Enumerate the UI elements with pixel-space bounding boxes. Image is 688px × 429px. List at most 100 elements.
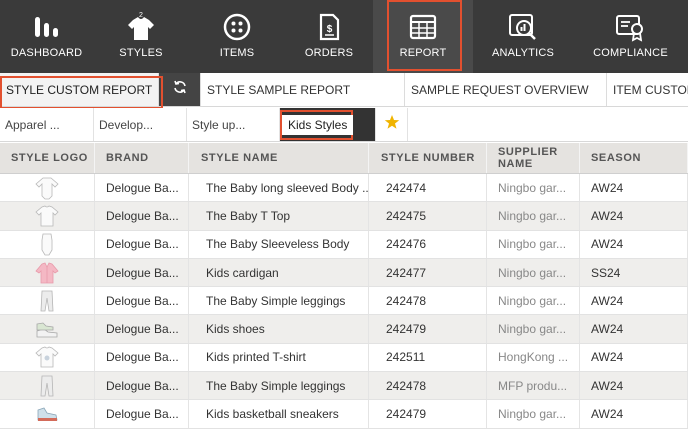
favorite-button[interactable]	[376, 108, 408, 141]
style-logo-cell	[0, 258, 95, 287]
supplier-name-cell: Ningbo gar...	[487, 287, 580, 315]
style-number-cell: 242478	[369, 372, 487, 400]
filter-kids-styles[interactable]: Kids Styles	[280, 108, 376, 141]
style-logo-cell	[0, 287, 95, 315]
svg-text:2: 2	[139, 12, 143, 19]
nav-label: COMPLIANCE	[593, 47, 668, 59]
tab-item-custom[interactable]: ITEM CUSTOM	[607, 73, 688, 106]
brand-cell: Delogue Ba...	[95, 174, 189, 202]
style-name-cell: The Baby Simple leggings	[189, 372, 369, 400]
season-cell: AW24	[580, 372, 688, 400]
tab-style-sample-report[interactable]: STYLE SAMPLE REPORT	[201, 73, 405, 106]
table-row[interactable]: Delogue Ba... The Baby Sleeveless Body 242…	[0, 230, 688, 259]
filter-style-up[interactable]: Style up...	[187, 108, 280, 141]
style-thumbnail[interactable]	[33, 374, 61, 398]
style-thumbnail[interactable]	[33, 345, 61, 369]
tab-label: STYLE SAMPLE REPORT	[207, 82, 351, 97]
style-thumbnail[interactable]	[33, 289, 61, 313]
season-cell: AW24	[580, 400, 688, 428]
supplier-name-cell: Ningbo gar...	[487, 202, 580, 230]
supplier-name-cell: Ningbo gar...	[487, 230, 580, 258]
filter-apparel[interactable]: Apparel ...	[0, 108, 94, 141]
style-logo-cell	[0, 315, 95, 343]
nav-report[interactable]: REPORT	[373, 0, 473, 73]
orders-icon: $	[312, 10, 346, 44]
filter-label: Style up...	[192, 117, 246, 132]
nav-label: DASHBOARD	[10, 47, 83, 59]
season-cell: AW24	[580, 343, 688, 372]
brand-cell: Delogue Ba...	[95, 202, 189, 230]
style-number-cell: 242479	[369, 315, 487, 343]
star-icon	[384, 114, 400, 135]
style-number-cell: 242475	[369, 202, 487, 230]
table-row[interactable]: Delogue Ba... The Baby Simple leggings 242…	[0, 287, 688, 316]
supplier-name-cell: HongKong ...	[487, 343, 580, 372]
brand-cell: Delogue Ba...	[95, 315, 189, 343]
column-header-style-number[interactable]: STYLE NUMBER	[369, 143, 487, 173]
supplier-name-cell: Ningbo gar...	[487, 400, 580, 428]
refresh-button[interactable]	[159, 73, 201, 106]
report-tabs: STYLE CUSTOM REPORT STYLE SAMPLE REPORT …	[0, 73, 688, 107]
brand-cell: Delogue Ba...	[95, 230, 189, 258]
style-number-cell: 242477	[369, 258, 487, 287]
brand-cell: Delogue Ba...	[95, 287, 189, 315]
compliance-icon	[614, 10, 648, 44]
style-name-cell: The Baby T Top	[189, 202, 369, 230]
style-name-cell: Kids shoes	[189, 315, 369, 343]
style-thumbnail[interactable]	[33, 176, 61, 200]
brand-cell: Delogue Ba...	[95, 343, 189, 372]
table-row[interactable]: Delogue Ba... The Baby T Top 242475 Ningbo …	[0, 202, 688, 231]
style-logo-cell	[0, 230, 95, 258]
table-row[interactable]: Delogue Ba... The Baby Simple leggings 242…	[0, 372, 688, 401]
style-thumbnail[interactable]	[33, 402, 61, 426]
nav-analytics[interactable]: ANALYTICS	[473, 0, 573, 73]
style-number-cell: 242478	[369, 287, 487, 315]
nav-compliance[interactable]: COMPLIANCE	[573, 0, 688, 73]
column-header-supplier-name[interactable]: SUPPLIER NAME	[487, 143, 580, 173]
top-navigation: DASHBOARD 2 STYLES ITEMS $ ORDERS REPORT…	[0, 0, 688, 73]
style-report-table: STYLE LOGO BRAND STYLE NAME STYLE NUMBER…	[0, 143, 688, 429]
nav-items[interactable]: ITEMS	[189, 0, 285, 73]
filter-label: Kids Styles	[282, 114, 354, 135]
nav-label: STYLES	[119, 47, 163, 59]
style-thumbnail[interactable]	[33, 232, 61, 256]
nav-label: REPORT	[399, 47, 447, 59]
column-header-style-name[interactable]: STYLE NAME	[189, 143, 369, 173]
style-number-cell: 242511	[369, 343, 487, 372]
nav-label: ORDERS	[304, 47, 354, 59]
supplier-name-cell: Ningbo gar...	[487, 174, 580, 202]
brand-cell: Delogue Ba...	[95, 372, 189, 400]
style-thumbnail[interactable]	[33, 204, 61, 228]
tab-label: SAMPLE REQUEST OVERVIEW	[411, 82, 589, 97]
nav-orders[interactable]: $ ORDERS	[285, 0, 373, 73]
style-thumbnail[interactable]	[33, 261, 61, 285]
filter-develop[interactable]: Develop...	[94, 108, 187, 141]
table-row[interactable]: Delogue Ba... Kids shoes 242479 Ningbo gar.…	[0, 315, 688, 344]
brand-cell: Delogue Ba...	[95, 400, 189, 428]
analytics-icon	[506, 10, 540, 44]
shirt-icon: 2	[124, 10, 158, 44]
nav-styles[interactable]: 2 STYLES	[93, 0, 189, 73]
tab-style-custom-report[interactable]: STYLE CUSTOM REPORT	[0, 73, 159, 106]
tab-sample-request-overview[interactable]: SAMPLE REQUEST OVERVIEW	[405, 73, 607, 106]
table-row[interactable]: Delogue Ba... Kids cardigan 242477 Ningbo g…	[0, 258, 688, 288]
column-header-style-logo[interactable]: STYLE LOGO	[0, 143, 95, 173]
nav-dashboard[interactable]: DASHBOARD	[0, 0, 93, 73]
table-header: STYLE LOGO BRAND STYLE NAME STYLE NUMBER…	[0, 143, 688, 174]
filter-label: Apparel ...	[5, 117, 60, 132]
filter-label: Develop...	[99, 117, 154, 132]
table-row[interactable]: Delogue Ba... Kids basketball sneakers 242…	[0, 400, 688, 429]
dashboard-icon	[30, 10, 64, 44]
supplier-name-cell: Ningbo gar...	[487, 315, 580, 343]
report-grid-icon	[406, 10, 440, 44]
brand-cell: Delogue Ba...	[95, 258, 189, 287]
table-row[interactable]: Delogue Ba... Kids printed T-shirt 242511 H…	[0, 343, 688, 373]
style-logo-cell	[0, 343, 95, 372]
column-header-season[interactable]: SEASON	[580, 143, 688, 173]
style-name-cell: The Baby Sleeveless Body	[189, 230, 369, 258]
column-header-brand[interactable]: BRAND	[95, 143, 189, 173]
style-thumbnail[interactable]	[33, 317, 61, 341]
table-row[interactable]: Delogue Ba... The Baby long sleeved Body …	[0, 174, 688, 203]
nav-label: ITEMS	[219, 47, 255, 59]
season-cell: SS24	[580, 258, 688, 287]
